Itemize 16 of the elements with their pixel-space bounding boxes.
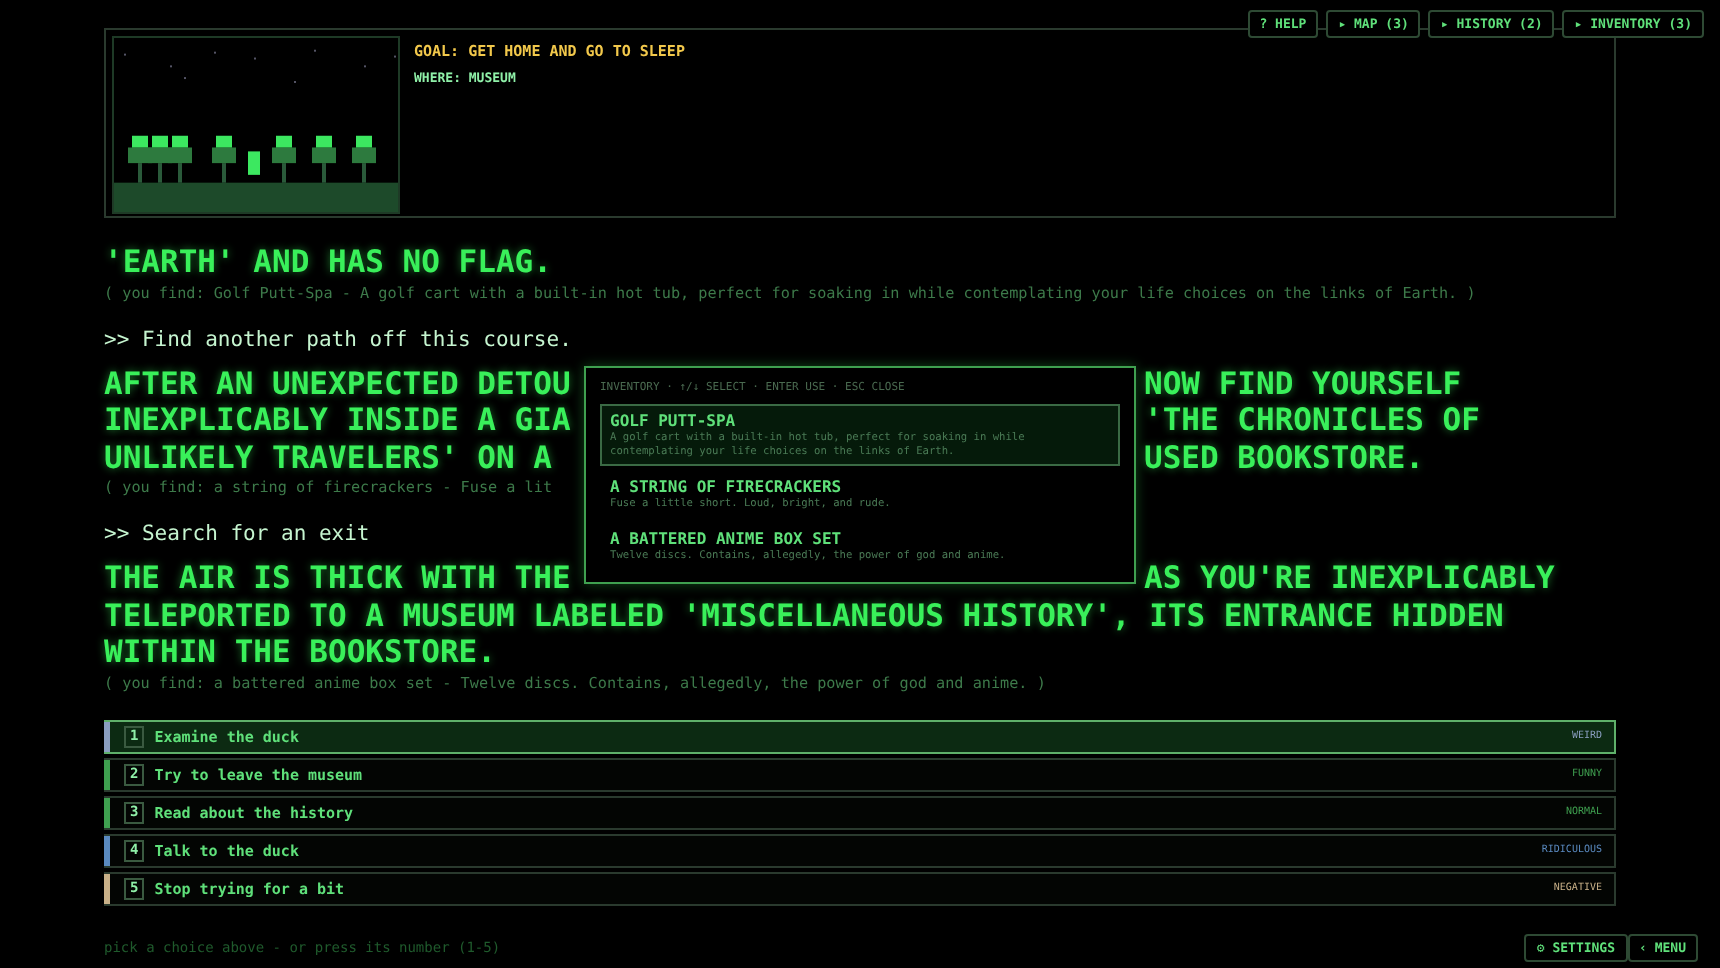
item-name: A STRING OF FIRECRACKERS xyxy=(610,476,844,498)
narration-text: THE AIR IS THICK WITH THE xyxy=(104,560,573,597)
narration-text: NOW FIND YOURSELF xyxy=(1144,365,1462,402)
player-action-text: >> Find another path off this course. xyxy=(104,325,572,353)
player-action-text: >> Search for an exit xyxy=(104,520,370,548)
item-name: GOLF PUTT-SPA xyxy=(610,410,738,432)
narration-text: 'THE CHRONICLES OF xyxy=(1144,402,1480,439)
narration-text: 'EARTH' AND HAS NO FLAG. xyxy=(104,244,552,281)
narration-text: AS YOU'RE INEXPLICABLY xyxy=(1144,560,1555,597)
narration-text: INEXPLICABLY INSIDE A GIA xyxy=(104,402,573,439)
narration-text: USED BOOKSTORE. xyxy=(1144,439,1424,476)
narration-text: TELEPORTED TO A MUSEUM LABELED 'MISCELLANEOUS HISTORY', ITS ENTRANCE HIDDEN xyxy=(104,597,1504,634)
narration-text: AFTER AN UNEXPECTED DETOU xyxy=(104,365,573,402)
item-name: A BATTERED ANIME BOX SET xyxy=(610,528,844,550)
narration-text: WITHIN THE BOOKSTORE. xyxy=(104,634,496,671)
narration-text: UNLIKELY TRAVELERS' ON A xyxy=(104,439,554,476)
